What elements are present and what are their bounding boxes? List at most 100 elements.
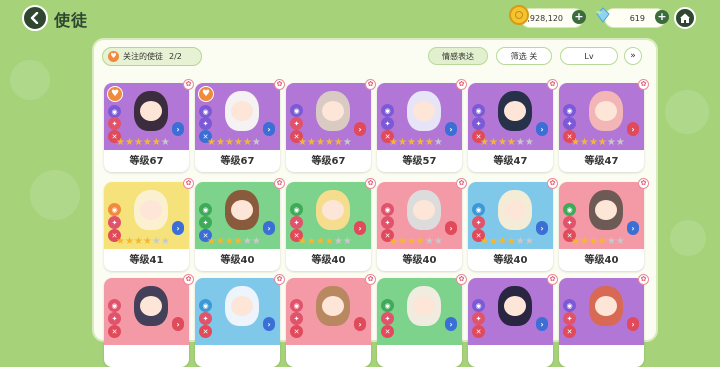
weapon-icon: ✕ bbox=[563, 325, 576, 338]
apostle-face bbox=[140, 296, 162, 316]
apostle-face bbox=[322, 296, 344, 316]
star-icon: ★ bbox=[588, 137, 598, 148]
star-icon: ★ bbox=[406, 137, 416, 148]
apostle-card[interactable]: ♥ ◉ ✦ ✕ › ★ ★ ★ ★ ★ ★ 等级67 bbox=[195, 83, 280, 172]
star-icon: ★ bbox=[579, 137, 589, 148]
star-icon: ★ bbox=[315, 137, 325, 148]
star-icon: ★ bbox=[242, 137, 252, 148]
star-rating: ★ ★ ★ ★ ★ ★ bbox=[298, 138, 352, 148]
element-icon: ◉ bbox=[290, 299, 303, 312]
apostle-face bbox=[140, 200, 162, 220]
flower-icon: ✿ bbox=[547, 79, 558, 90]
apostle-card[interactable]: ◉ ✦ ✕ › ★ ★ ★ ★ ★ ★ 等级40 bbox=[559, 182, 644, 271]
apostle-card[interactable]: ◉ ✦ ✕ › ★ ★ ★ ★ ★ ★ 等级41 bbox=[104, 182, 189, 271]
apostle-card[interactable]: ◉ ✦ ✕ › ★ ★ ★ ★ ★ ★ 等级47 bbox=[559, 83, 644, 172]
followed-apostles-toggle[interactable]: ♥ 关注的使徒 2/2 bbox=[102, 47, 202, 66]
apostle-level bbox=[377, 346, 462, 367]
apostle-card[interactable]: ◉ ✦ ✕ › bbox=[377, 278, 462, 367]
follow-count: 2/2 bbox=[169, 52, 182, 61]
star-icon: ★ bbox=[233, 137, 243, 148]
apostle-card[interactable]: ◉ ✦ ✕ › bbox=[286, 278, 371, 367]
flower-icon: ✿ bbox=[638, 274, 649, 285]
class-icon: ✦ bbox=[381, 312, 394, 325]
chevron-right-icon: › bbox=[445, 317, 457, 331]
star-icon: ★ bbox=[242, 236, 252, 247]
element-icon: ◉ bbox=[199, 203, 212, 216]
apostle-card[interactable]: ◉ ✦ ✕ › ★ ★ ★ ★ ★ ★ 等级40 bbox=[286, 182, 371, 271]
heart-icon: ♥ bbox=[108, 51, 119, 62]
star-icon: ★ bbox=[424, 137, 434, 148]
star-icon: ★ bbox=[397, 236, 407, 247]
chevron-right-icon: › bbox=[627, 221, 639, 235]
star-icon: ★ bbox=[207, 236, 216, 247]
favorite-heart-icon[interactable]: ♥ bbox=[198, 86, 214, 102]
favorite-heart-icon[interactable]: ♥ bbox=[107, 86, 123, 102]
star-icon: ★ bbox=[215, 236, 225, 247]
star-icon: ★ bbox=[389, 137, 398, 148]
add-gold-button[interactable]: + bbox=[572, 10, 586, 24]
flower-icon: ✿ bbox=[456, 79, 467, 90]
star-icon: ★ bbox=[233, 236, 243, 247]
sort-button[interactable]: Lv bbox=[560, 47, 618, 65]
star-icon: ★ bbox=[497, 236, 507, 247]
apostle-level: 等级40 bbox=[493, 255, 528, 266]
star-icon: ★ bbox=[480, 236, 489, 247]
apostle-card[interactable]: ◉ ✦ ✕ › ★ ★ ★ ★ ★ ★ 等级67 bbox=[286, 83, 371, 172]
flower-icon: ✿ bbox=[183, 274, 194, 285]
apostle-face bbox=[504, 296, 526, 316]
element-icon: ◉ bbox=[108, 299, 121, 312]
apostle-face bbox=[504, 200, 526, 220]
star-icon: ★ bbox=[415, 236, 425, 247]
apostle-card[interactable]: ◉ ✦ ✕ › ★ ★ ★ ★ ★ ★ 等级47 bbox=[468, 83, 553, 172]
class-icon: ✦ bbox=[563, 117, 576, 130]
background-decoration bbox=[670, 220, 706, 256]
flower-icon: ✿ bbox=[547, 274, 558, 285]
apostle-card[interactable]: ◉ ✦ ✕ › ★ ★ ★ ★ ★ ★ 等级40 bbox=[195, 182, 280, 271]
apostle-level: 等级67 bbox=[220, 156, 255, 167]
star-icon: ★ bbox=[433, 236, 443, 247]
star-icon: ★ bbox=[506, 137, 516, 148]
apostle-card[interactable]: ◉ ✦ ✕ › ★ ★ ★ ★ ★ ★ 等级40 bbox=[377, 182, 462, 271]
chevron-right-icon: › bbox=[627, 317, 639, 331]
star-rating: ★ ★ ★ ★ ★ ★ bbox=[389, 237, 443, 247]
apostle-face bbox=[231, 296, 253, 316]
star-rating: ★ ★ ★ ★ ★ ★ bbox=[298, 237, 352, 247]
sort-order-button[interactable]: » bbox=[624, 47, 642, 65]
apostle-card[interactable]: ◉ ✦ ✕ › bbox=[195, 278, 280, 367]
chevron-right-icon: › bbox=[627, 122, 639, 136]
apostle-card[interactable]: ♥ ◉ ✦ ✕ › ★ ★ ★ ★ ★ ★ 等级67 bbox=[104, 83, 189, 172]
back-button[interactable] bbox=[22, 5, 48, 31]
star-icon: ★ bbox=[406, 236, 416, 247]
apostle-level: 等级67 bbox=[129, 156, 164, 167]
star-icon: ★ bbox=[571, 236, 580, 247]
filter-button[interactable]: 筛选 关 bbox=[496, 47, 552, 65]
apostle-face bbox=[231, 101, 253, 121]
add-crystal-button[interactable]: + bbox=[655, 10, 669, 24]
star-icon: ★ bbox=[524, 236, 534, 247]
star-icon: ★ bbox=[306, 137, 316, 148]
flower-icon: ✿ bbox=[638, 178, 649, 189]
flower-icon: ✿ bbox=[456, 274, 467, 285]
emotion-button[interactable]: 情感表达 bbox=[428, 47, 488, 65]
star-icon: ★ bbox=[342, 236, 352, 247]
apostle-card[interactable]: ◉ ✦ ✕ › ★ ★ ★ ★ ★ ★ 等级40 bbox=[468, 182, 553, 271]
star-icon: ★ bbox=[515, 137, 525, 148]
apostle-level: 等级40 bbox=[402, 255, 437, 266]
star-icon: ★ bbox=[615, 137, 625, 148]
class-icon: ✦ bbox=[472, 216, 485, 229]
apostle-card[interactable]: ◉ ✦ ✕ › bbox=[104, 278, 189, 367]
apostle-card[interactable]: ◉ ✦ ✕ › bbox=[468, 278, 553, 367]
star-icon: ★ bbox=[597, 137, 607, 148]
class-icon: ✦ bbox=[381, 216, 394, 229]
class-icon: ✦ bbox=[472, 117, 485, 130]
star-icon: ★ bbox=[615, 236, 625, 247]
home-button[interactable] bbox=[674, 7, 696, 29]
apostle-card[interactable]: ◉ ✦ ✕ › bbox=[559, 278, 644, 367]
chevron-right-icon: › bbox=[172, 221, 184, 235]
star-icon: ★ bbox=[224, 236, 234, 247]
star-rating: ★ ★ ★ ★ ★ ★ bbox=[571, 138, 625, 148]
weapon-icon: ✕ bbox=[199, 325, 212, 338]
apostle-level: 等级41 bbox=[129, 255, 164, 266]
flower-icon: ✿ bbox=[547, 178, 558, 189]
apostle-card[interactable]: ◉ ✦ ✕ › ★ ★ ★ ★ ★ ★ 等级57 bbox=[377, 83, 462, 172]
